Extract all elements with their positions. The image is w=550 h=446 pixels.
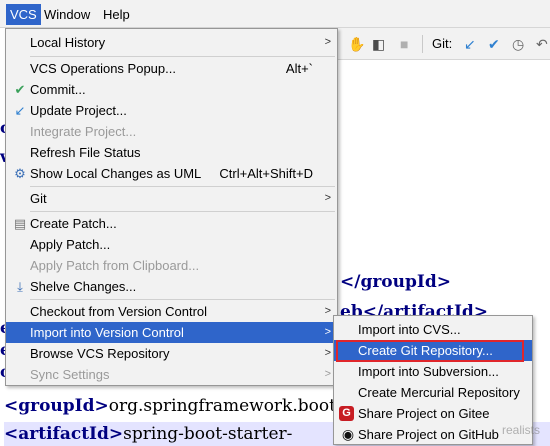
menu-item-local-history[interactable]: Local History >	[6, 32, 337, 53]
menu-item-label: Show Local Changes as UML	[30, 166, 202, 181]
menu-item-apply-patch-clipboard: Apply Patch from Clipboard...	[6, 255, 337, 276]
chevron-right-icon: >	[324, 368, 331, 380]
patch-file-icon: ▤	[13, 216, 27, 231]
chevron-right-icon: >	[324, 192, 331, 204]
menu-item-label: Apply Patch...	[30, 237, 111, 252]
uml-diagram-icon: ⚙	[14, 166, 26, 181]
menu-item-label: Sync Settings	[30, 367, 110, 382]
menu-item-label: Shelve Changes...	[30, 279, 137, 294]
menu-separator	[30, 186, 335, 187]
menu-item-label: Import into Version Control	[30, 325, 184, 340]
menu-item-label: Update Project...	[30, 103, 127, 118]
submenu-item-import-subversion[interactable]: Import into Subversion...	[334, 361, 532, 382]
menu-separator	[30, 56, 335, 57]
menu-item-label: Refresh File Status	[30, 145, 141, 160]
toolbar: ✋ ◧ ■ Git: ↙ ✔ ◷ ↶	[336, 28, 550, 60]
menu-item-checkout-vcs[interactable]: Checkout from Version Control >	[6, 301, 337, 322]
commit-check-icon: ✔	[14, 82, 26, 97]
menu-item-label: Integrate Project...	[30, 124, 137, 139]
menu-item-label: Checkout from Version Control	[30, 304, 208, 319]
menu-item-label: Create Patch...	[30, 216, 117, 231]
menu-item-create-patch[interactable]: ▤ Create Patch...	[6, 213, 337, 234]
git-update-icon[interactable]: ↙	[464, 28, 476, 60]
menu-item-label: VCS Operations Popup...	[30, 61, 176, 76]
menu-item-vcs-operations-popup[interactable]: VCS Operations Popup... Alt+`	[6, 58, 337, 79]
chevron-right-icon: >	[324, 305, 331, 317]
chevron-right-icon: >	[324, 347, 331, 359]
menu-item-label: Import into Subversion...	[358, 364, 499, 379]
update-arrow-icon: ↙	[14, 103, 26, 118]
submenu-item-share-gitee[interactable]: G Share Project on Gitee	[334, 403, 532, 424]
menu-separator	[30, 299, 335, 300]
menu-item-sync-settings: Sync Settings >	[6, 364, 337, 385]
toolbar-separator	[422, 35, 423, 53]
menu-item-label: Local History	[30, 35, 106, 50]
menu-item-label: Git	[30, 191, 47, 206]
code-line-group: <groupId>org.springframework.boot	[4, 394, 336, 418]
gitee-icon: G	[339, 406, 354, 421]
coverage-icon[interactable]: ◧	[372, 28, 385, 60]
menu-item-label: Share Project on Gitee	[358, 406, 490, 421]
artifact-open-tag: <artifactId>	[4, 424, 124, 444]
watermark: realists	[501, 423, 540, 437]
menu-item-show-local-changes-uml[interactable]: ⚙ Show Local Changes as UML Ctrl+Alt+Shi…	[6, 163, 337, 184]
menu-item-shelve-changes[interactable]: ⤓ Shelve Changes...	[6, 276, 337, 297]
chevron-right-icon: >	[324, 326, 331, 338]
menu-item-browse-vcs-repository[interactable]: Browse VCS Repository >	[6, 343, 337, 364]
menu-item-refresh-file-status[interactable]: Refresh File Status	[6, 142, 337, 163]
vcs-menu: Local History > VCS Operations Popup... …	[5, 28, 338, 386]
group-open-tag: <groupId>	[4, 396, 109, 416]
code-line-group-close: </groupId>	[340, 272, 451, 292]
shelve-icon: ⤓	[17, 279, 23, 294]
menu-item-label: Apply Patch from Clipboard...	[30, 258, 200, 273]
menu-item-label: Import into CVS...	[358, 322, 461, 337]
menu-item-label: Browse VCS Repository	[30, 346, 170, 361]
menu-vcs[interactable]: VCS	[6, 4, 41, 25]
git-history-icon[interactable]: ◷	[512, 28, 524, 60]
git-rollback-icon[interactable]: ↶	[536, 28, 548, 60]
submenu-item-create-mercurial[interactable]: Create Mercurial Repository	[334, 382, 532, 403]
group-value: org.springframework.boot	[108, 396, 336, 416]
menu-item-import-into-vcs[interactable]: Import into Version Control >	[6, 322, 337, 343]
menu-item-shortcut: Ctrl+Alt+Shift+D	[219, 166, 313, 181]
menu-item-apply-patch[interactable]: Apply Patch...	[6, 234, 337, 255]
github-icon: ◉	[341, 426, 355, 442]
menu-item-update-project[interactable]: ↙ Update Project...	[6, 100, 337, 121]
git-commit-icon[interactable]: ✔	[488, 28, 500, 60]
profile-icon[interactable]: ✋	[348, 28, 365, 60]
submenu-item-create-git-repository[interactable]: Create Git Repository...	[334, 340, 532, 361]
menu-item-label: Create Git Repository...	[358, 343, 493, 358]
submenu-item-import-cvs[interactable]: Import into CVS...	[334, 319, 532, 340]
menu-bar: VCS Window Help	[0, 0, 550, 28]
artifact-value: spring-boot-starter-	[123, 424, 293, 444]
menu-item-commit[interactable]: ✔ Commit...	[6, 79, 337, 100]
menu-item-shortcut: Alt+`	[285, 61, 313, 76]
menu-window[interactable]: Window	[40, 4, 94, 25]
git-label: Git:	[432, 36, 453, 51]
menu-help[interactable]: Help	[99, 4, 134, 25]
menu-item-label: Create Mercurial Repository	[358, 385, 520, 400]
menu-item-label: Share Project on GitHub	[358, 427, 499, 442]
menu-separator	[30, 211, 335, 212]
menu-item-git[interactable]: Git >	[6, 188, 337, 209]
menu-item-integrate-project: Integrate Project...	[6, 121, 337, 142]
menu-item-label: Commit...	[30, 82, 86, 97]
stop-icon[interactable]: ■	[400, 28, 408, 60]
chevron-right-icon: >	[324, 36, 331, 48]
